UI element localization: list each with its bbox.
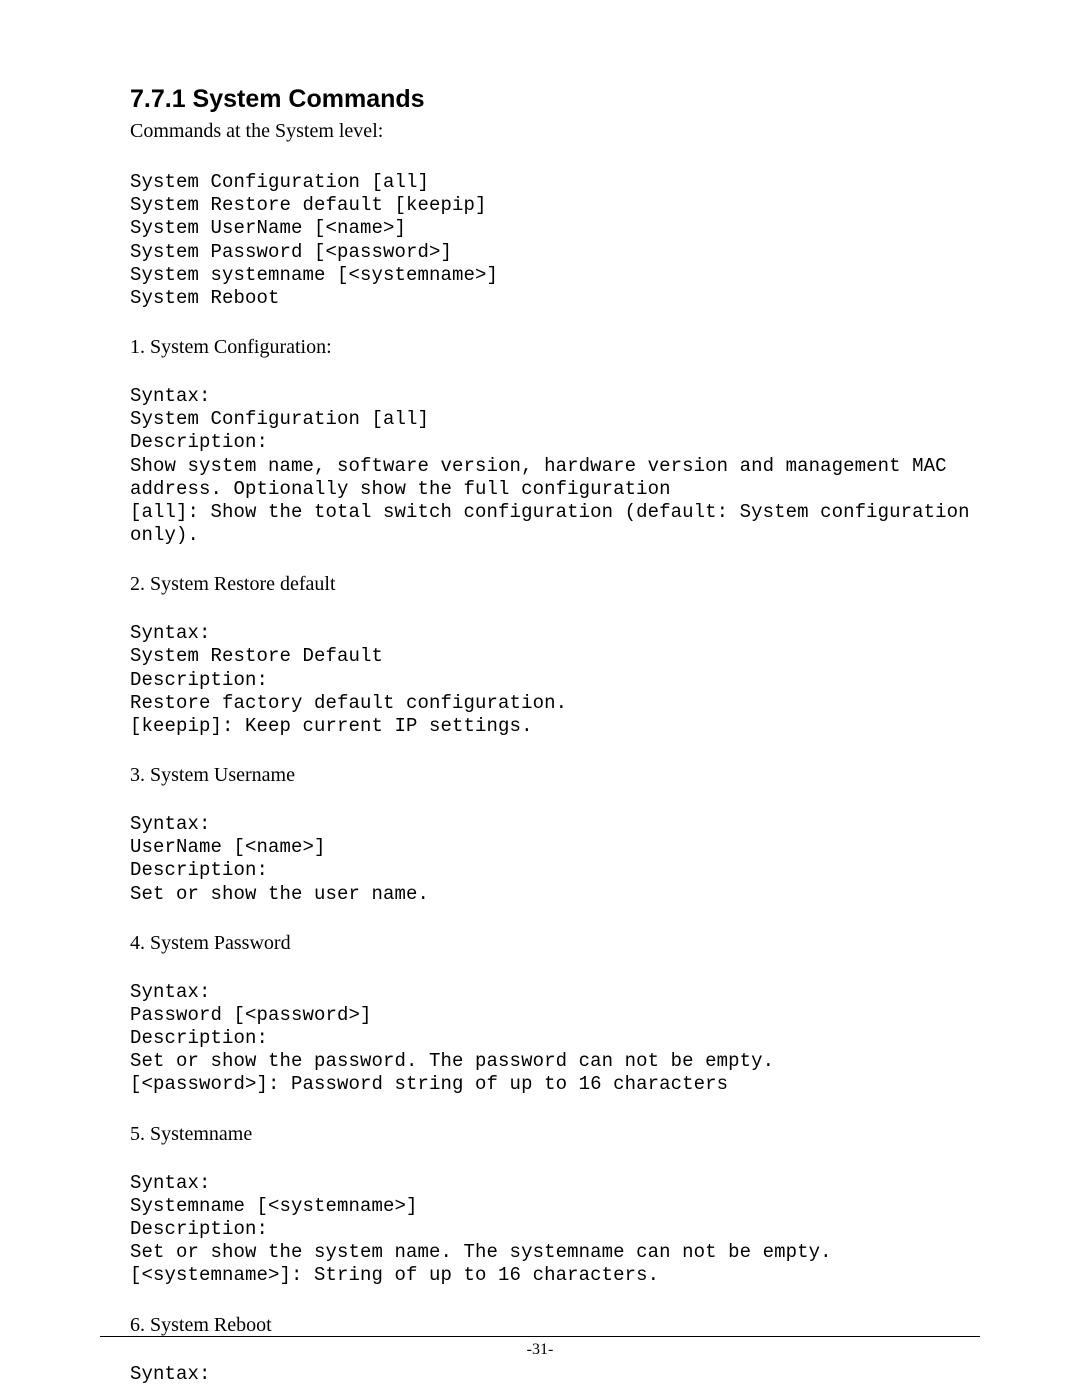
intro-text: Commands at the System level: <box>130 120 955 143</box>
section-heading: 7.7.1 System Commands <box>130 85 955 114</box>
page: 7.7.1 System Commands Commands at the Sy… <box>0 0 1080 1397</box>
item-body-6: Syntax: <box>130 1363 955 1386</box>
item-body-3: Syntax: UserName [<name>] Description: S… <box>130 813 955 906</box>
item-body-1: Syntax: System Configuration [all] Descr… <box>130 385 955 547</box>
item-body-2: Syntax: System Restore Default Descripti… <box>130 622 955 738</box>
item-title-2: 2. System Restore default <box>130 573 955 596</box>
item-title-1: 1. System Configuration: <box>130 336 955 359</box>
page-number: -31- <box>0 1341 1080 1359</box>
item-body-5: Syntax: Systemname [<systemname>] Descri… <box>130 1172 955 1288</box>
item-title-5: 5. Systemname <box>130 1123 955 1146</box>
item-title-3: 3. System Username <box>130 764 955 787</box>
item-title-6: 6. System Reboot <box>130 1314 955 1337</box>
footer-rule <box>100 1336 980 1337</box>
item-body-4: Syntax: Password [<password>] Descriptio… <box>130 981 955 1097</box>
system-commands-block: System Configuration [all] System Restor… <box>130 171 955 310</box>
item-title-4: 4. System Password <box>130 932 955 955</box>
